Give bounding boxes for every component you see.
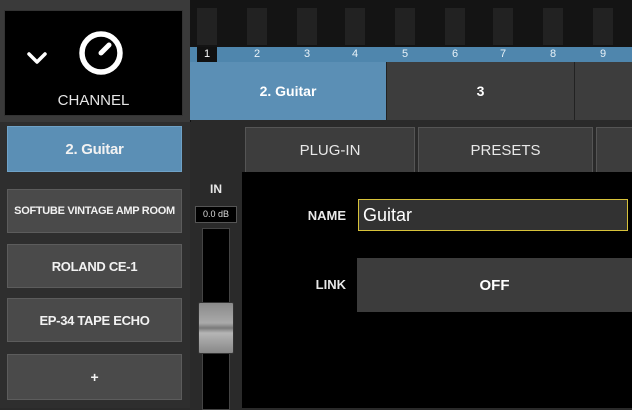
meter-cell [395, 8, 415, 45]
channel-label: CHANNEL [57, 92, 130, 109]
meter-cell [543, 8, 563, 45]
meter-cell [445, 8, 465, 45]
channel-number[interactable]: 5 [395, 47, 415, 62]
input-gain-readout: 0.0 dB [195, 206, 237, 223]
meter-cell [493, 8, 513, 45]
knob-icon[interactable] [75, 27, 127, 79]
sidebar: 2. Guitar SOFTUBE VINTAGE AMP ROOM ROLAN… [0, 122, 190, 408]
input-label: IN [210, 182, 222, 196]
channel-number[interactable]: 6 [445, 47, 465, 62]
channel-number-strip: 1 2 3 4 5 6 7 8 9 [190, 47, 632, 62]
tab-presets[interactable]: PRESETS [418, 127, 593, 172]
meter-cell [247, 8, 267, 45]
meter-cell [593, 8, 613, 45]
tab-track-3[interactable]: 3 [386, 62, 575, 120]
plugin-tab-row: PLUG-IN PRESETS [242, 122, 632, 172]
channel-meter-strip [190, 0, 632, 47]
channel-number[interactable]: 7 [493, 47, 513, 62]
plugin-settings-panel: NAME LINK OFF [242, 172, 632, 408]
tab-plugin[interactable]: PLUG-IN [245, 127, 415, 172]
channel-number[interactable]: 3 [297, 47, 317, 62]
tab-extra[interactable] [596, 127, 632, 172]
meter-cell [345, 8, 365, 45]
track-tab-row: 2. Guitar 3 [190, 62, 632, 120]
channel-header: CHANNEL [0, 0, 191, 123]
name-label: NAME [307, 208, 346, 223]
chevron-down-icon[interactable] [25, 46, 49, 70]
plugin-slot-1[interactable]: SOFTUBE VINTAGE AMP ROOM [7, 189, 182, 233]
name-field[interactable] [358, 199, 628, 231]
link-label: LINK [315, 277, 346, 292]
channel-number[interactable]: 8 [543, 47, 563, 62]
track-name-button[interactable]: 2. Guitar [7, 126, 182, 172]
channel-number[interactable]: 9 [593, 47, 613, 62]
channel-number[interactable]: 1 [197, 47, 217, 62]
plugin-slot-3[interactable]: EP-34 TAPE ECHO [7, 298, 182, 342]
tab-track-next[interactable] [575, 62, 632, 120]
meter-cell [297, 8, 317, 45]
input-fader-handle[interactable] [198, 302, 234, 354]
channel-number[interactable]: 4 [345, 47, 365, 62]
channel-selector[interactable]: CHANNEL [4, 10, 183, 116]
input-fader-area: IN 0.0 dB [190, 122, 242, 410]
meter-cell [197, 8, 217, 45]
plugin-slot-2[interactable]: ROLAND CE-1 [7, 244, 182, 288]
add-plugin-button[interactable]: + [7, 354, 182, 400]
tab-track-guitar[interactable]: 2. Guitar [190, 62, 386, 120]
channel-number[interactable]: 2 [247, 47, 267, 62]
link-toggle-button[interactable]: OFF [357, 258, 632, 312]
